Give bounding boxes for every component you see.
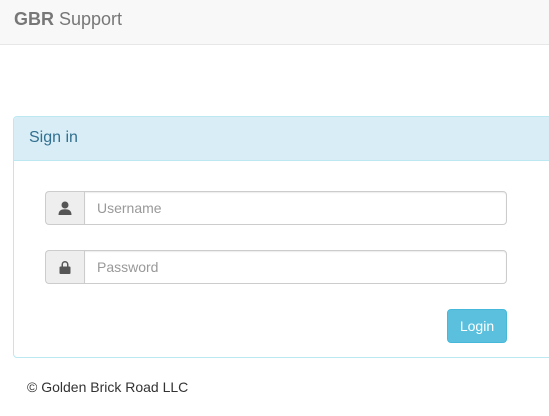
password-group — [45, 250, 507, 284]
sign-in-panel: Sign in Login — [13, 116, 549, 358]
password-addon — [45, 250, 84, 284]
brand-abbreviation: GBR — [14, 9, 54, 29]
footer-copyright: © Golden Brick Road LLC — [27, 379, 189, 395]
username-input[interactable] — [84, 191, 507, 225]
brand-name: Support — [54, 9, 123, 29]
login-button[interactable]: Login — [447, 309, 507, 343]
navbar: GBR Support — [0, 0, 549, 45]
password-input[interactable] — [84, 250, 507, 284]
panel-heading: Sign in — [14, 117, 549, 161]
brand-link[interactable]: GBR Support — [14, 9, 122, 29]
panel-title: Sign in — [29, 129, 78, 146]
username-group — [45, 191, 507, 225]
user-icon — [58, 201, 72, 215]
username-addon — [45, 191, 84, 225]
lock-icon — [59, 261, 71, 274]
